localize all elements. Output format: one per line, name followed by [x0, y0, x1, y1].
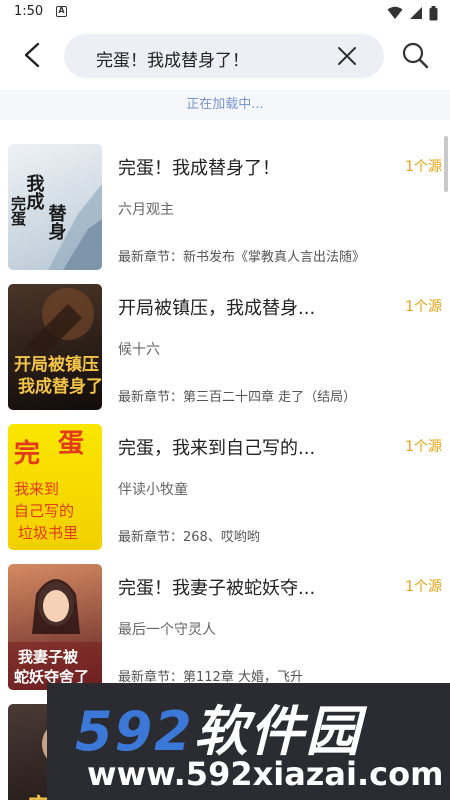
svg-text:我成替身了: 我成替身了	[18, 376, 102, 397]
cover-art: 我成 替身 完蛋	[9, 174, 102, 270]
cover-art: 我妻子被 蛇妖夺舍了	[8, 579, 102, 690]
svg-text:替身: 替身	[46, 203, 67, 241]
search-query[interactable]: 完蛋！我成替身了！	[96, 46, 249, 71]
book-title[interactable]: 完蛋，我来到自己写的...	[118, 434, 390, 460]
watermark-url: www.592xiazai.com	[87, 755, 444, 793]
source-count[interactable]: 1个源	[405, 436, 442, 456]
svg-text:我来到: 我来到	[14, 480, 59, 498]
book-cover[interactable]: 开局被镇压 我成替身了	[8, 284, 102, 410]
source-count[interactable]: 1个源	[405, 156, 442, 176]
back-arrow-icon[interactable]	[18, 40, 48, 70]
watermark-overlay: 592软件园 www.592xiazai.com	[47, 683, 450, 800]
cover-art: 开局被镇压 我成替身了	[14, 288, 102, 397]
watermark-brand: 软件园	[193, 700, 362, 763]
search-input[interactable]: 完蛋！我成替身了！	[64, 34, 384, 78]
book-cover[interactable]: 我成 替身 完蛋	[8, 144, 102, 270]
book-author: 伴读小牧童	[118, 482, 188, 498]
latest-chapter: 最新章节：268、哎哟哟	[118, 530, 260, 545]
notification-icon: A	[56, 6, 67, 17]
clear-icon[interactable]	[336, 45, 358, 67]
search-icon[interactable]	[400, 40, 430, 70]
book-title[interactable]: 完蛋！我成替身了！	[118, 154, 390, 180]
latest-chapter: 最新章节：新书发布《掌教真人言出法随》	[118, 250, 366, 265]
svg-text:我妻子被: 我妻子被	[18, 648, 79, 666]
svg-text:开局被镇压: 开局被镇压	[14, 354, 99, 375]
book-cover[interactable]: 完 蛋 我来到 自己写的 垃圾书里	[8, 424, 102, 550]
loading-banner: 正在加载中...	[0, 90, 450, 120]
result-item[interactable]: 我妻子被 蛇妖夺舍了 完蛋！我妻子被蛇妖夺... 1个源 最后一个守灵人 最新章…	[0, 552, 450, 692]
search-header: 完蛋！我成替身了！	[0, 26, 450, 90]
svg-text:垃圾书里: 垃圾书里	[18, 524, 78, 542]
svg-text:蛋: 蛋	[58, 429, 84, 459]
status-time: 1:50	[14, 4, 44, 19]
source-count[interactable]: 1个源	[405, 576, 442, 596]
cover-art: 完 蛋 我来到 自己写的 垃圾书里	[14, 429, 84, 542]
loading-text: 正在加载中...	[186, 97, 264, 112]
book-title[interactable]: 开局被镇压，我成替身...	[118, 294, 390, 320]
result-item[interactable]: 完 蛋 我来到 自己写的 垃圾书里 完蛋，我来到自己写的... 1个源 伴读小牧…	[0, 412, 450, 552]
svg-text:完: 完	[14, 438, 40, 469]
status-bar: 1:50 A	[0, 0, 450, 26]
book-cover[interactable]: 我妻子被 蛇妖夺舍了	[8, 564, 102, 690]
source-count[interactable]: 1个源	[405, 296, 442, 316]
status-icons	[387, 5, 438, 21]
book-author: 六月观主	[118, 202, 174, 218]
wifi-icon	[387, 6, 403, 19]
book-author: 候十六	[118, 342, 160, 358]
battery-icon	[429, 5, 438, 20]
svg-text:完蛋: 完蛋	[9, 195, 27, 227]
result-item[interactable]: 开局被镇压 我成替身了 开局被镇压，我成替身... 1个源 候十六 最新章节：第…	[0, 272, 450, 412]
latest-chapter: 最新章节：第三百二十四章 走了（结局）	[118, 390, 357, 405]
book-title[interactable]: 完蛋！我妻子被蛇妖夺...	[118, 574, 390, 600]
svg-text:自己写的: 自己写的	[14, 502, 74, 520]
signal-icon	[410, 7, 422, 19]
result-item[interactable]: 我成 替身 完蛋 完蛋！我成替身了！ 1个源 六月观主 最新章节：新书发布《掌教…	[0, 132, 450, 272]
watermark-numbers: 592	[75, 700, 194, 763]
book-author: 最后一个守灵人	[118, 622, 216, 638]
